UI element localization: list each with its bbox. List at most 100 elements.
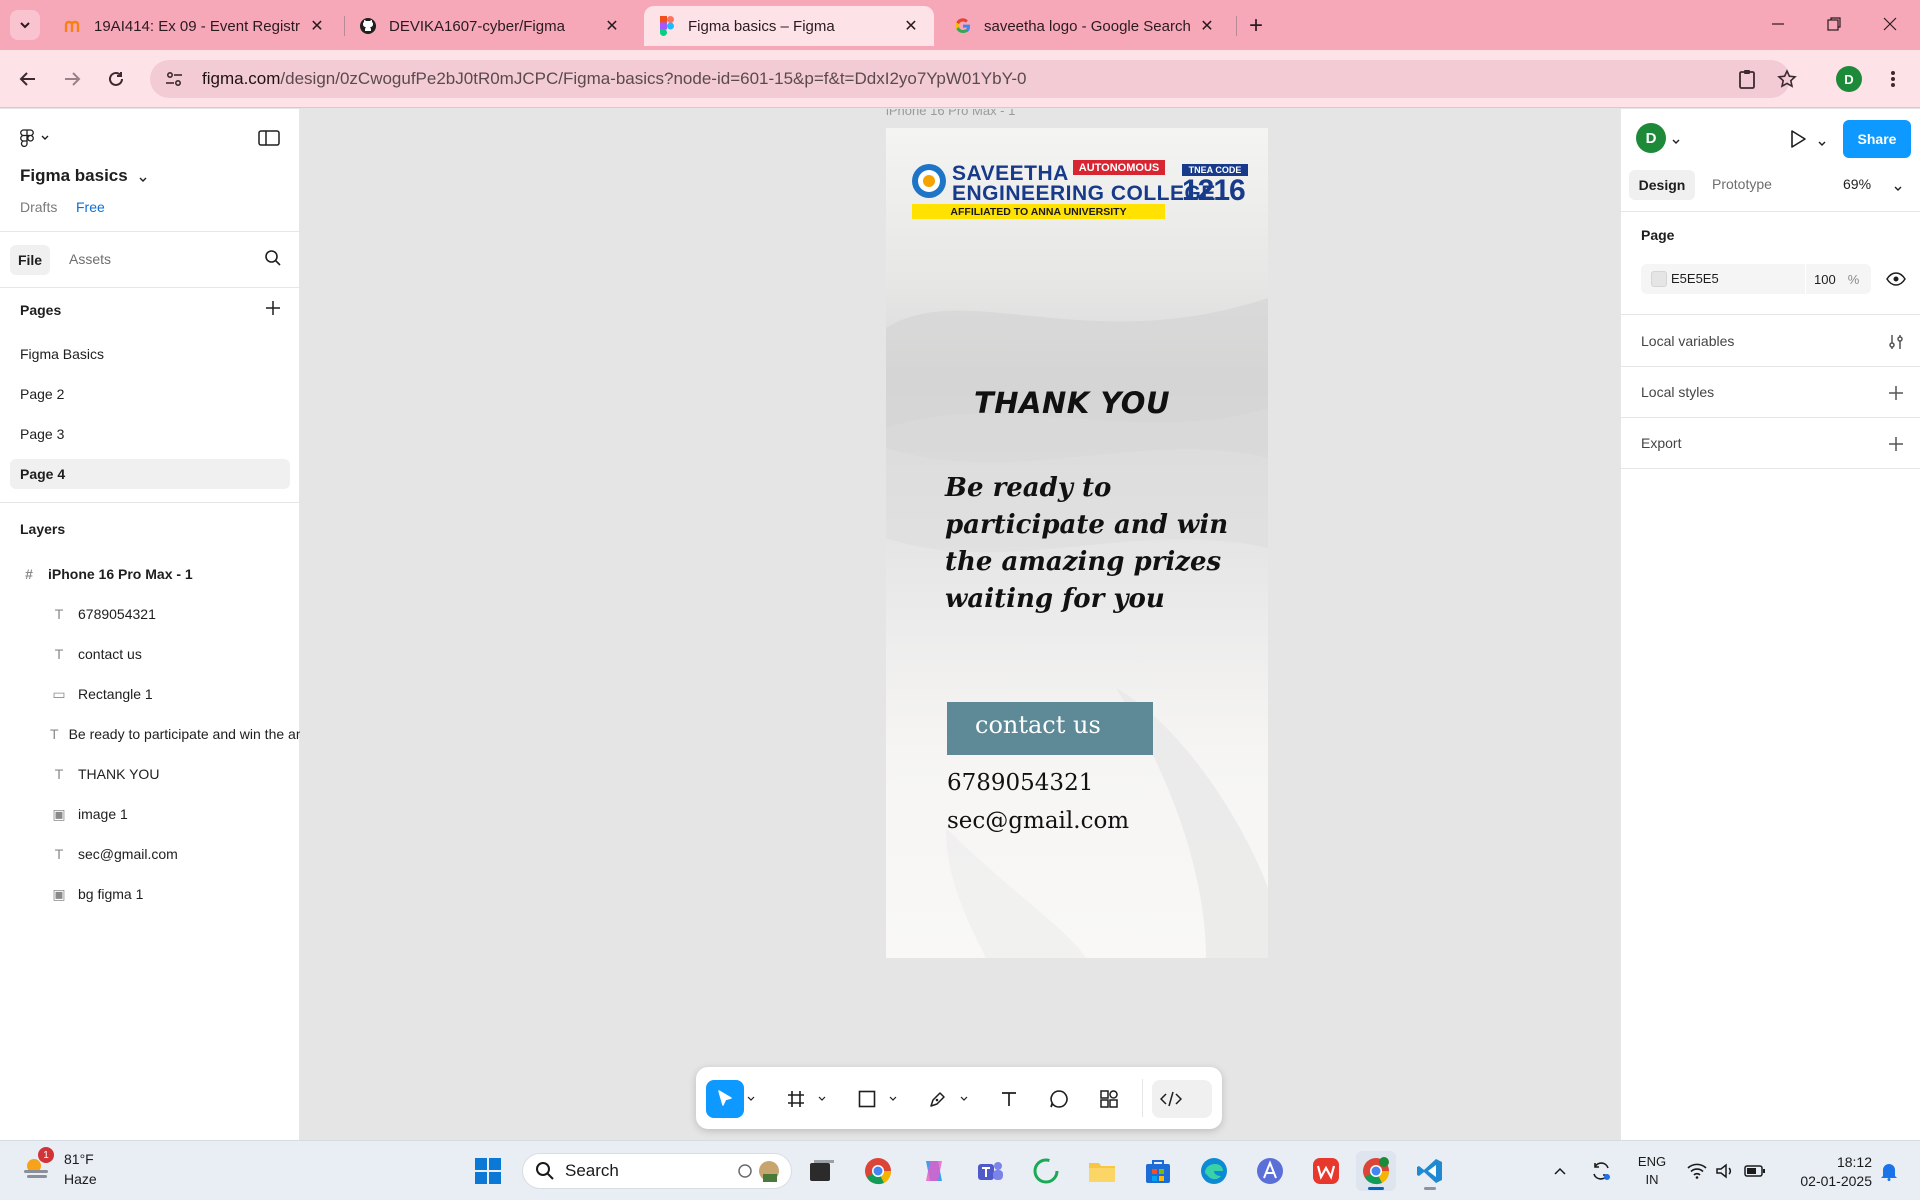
- shape-tool-button[interactable]: [848, 1080, 886, 1118]
- plus-icon[interactable]: [1885, 382, 1907, 404]
- taskbar-app-store[interactable]: [1138, 1151, 1178, 1191]
- chevron-down-icon[interactable]: [746, 1093, 756, 1105]
- iphone-frame[interactable]: SAVEETHA AUTONOMOUS ENGINEERING COLLEGE …: [886, 128, 1268, 958]
- local-variables-label[interactable]: Local variables: [1641, 333, 1734, 349]
- close-tab-icon[interactable]: ✕: [603, 16, 621, 36]
- taskbar-search[interactable]: Search: [522, 1153, 792, 1189]
- start-button[interactable]: [468, 1151, 508, 1191]
- taskbar-app-teams[interactable]: [970, 1151, 1010, 1191]
- system-clock[interactable]: 18:12 02-01-2025: [1776, 1153, 1872, 1191]
- address-bar[interactable]: figma.com/design/0zCwogufPe2bJ0tR0mJCPC/…: [150, 60, 1797, 98]
- page-background-field[interactable]: E5E5E5 100 %: [1641, 264, 1871, 294]
- taskbar-app-task-view[interactable]: [802, 1151, 842, 1191]
- input-language-indicator[interactable]: ENG IN: [1632, 1153, 1672, 1189]
- browser-menu-icon[interactable]: [1880, 64, 1906, 94]
- show-hidden-icons-button[interactable]: [1548, 1141, 1572, 1200]
- text-tool-button[interactable]: [990, 1080, 1028, 1118]
- zoom-level[interactable]: 69%: [1843, 176, 1871, 192]
- email-text[interactable]: sec@gmail.com: [947, 808, 1129, 834]
- volume-icon[interactable]: [1712, 1141, 1738, 1200]
- opacity-input[interactable]: 100 %: [1805, 264, 1871, 294]
- tab-search-dropdown[interactable]: [10, 10, 40, 40]
- layer-item[interactable]: ▭ Rectangle 1: [0, 679, 300, 709]
- close-tab-icon[interactable]: ✕: [308, 16, 326, 36]
- page-item-page-3[interactable]: Page 3: [10, 419, 290, 449]
- forward-button[interactable]: [56, 63, 88, 95]
- new-tab-button[interactable]: +: [1240, 10, 1272, 42]
- design-canvas[interactable]: iPhone 16 Pro Max - 1 SAVEETHA AUTONOMOU…: [300, 109, 1620, 1140]
- taskbar-app-file-explorer[interactable]: [1082, 1151, 1122, 1191]
- participate-text[interactable]: Be ready to participate and win the amaz…: [945, 470, 1265, 618]
- layer-frame[interactable]: # iPhone 16 Pro Max - 1: [0, 559, 300, 589]
- pen-tool-button[interactable]: [919, 1080, 957, 1118]
- local-styles-label[interactable]: Local styles: [1641, 384, 1714, 400]
- layer-item[interactable]: ▣ bg figma 1: [0, 879, 300, 909]
- color-hex-input[interactable]: E5E5E5: [1671, 271, 1719, 286]
- taskbar-app-chrome-profile[interactable]: [1356, 1151, 1396, 1191]
- chevron-down-icon[interactable]: [888, 1093, 898, 1105]
- reload-button[interactable]: [100, 63, 132, 95]
- main-menu-button[interactable]: [20, 129, 50, 147]
- variables-settings-icon[interactable]: [1885, 331, 1907, 353]
- taskbar-app-copilot[interactable]: [914, 1151, 954, 1191]
- clipboard-icon[interactable]: [1732, 64, 1762, 94]
- frame-label[interactable]: iPhone 16 Pro Max - 1: [886, 109, 1015, 118]
- notifications-icon[interactable]: [1874, 1141, 1904, 1200]
- weather-widget[interactable]: 1 81°F Haze: [22, 1147, 132, 1193]
- plan-badge[interactable]: Free: [76, 199, 105, 215]
- tab-design[interactable]: Design: [1629, 170, 1695, 200]
- minimize-button[interactable]: [1758, 8, 1798, 40]
- drafts-link[interactable]: Drafts: [20, 199, 57, 215]
- page-item-page-2[interactable]: Page 2: [10, 379, 290, 409]
- close-tab-icon[interactable]: ✕: [902, 16, 920, 36]
- battery-icon[interactable]: [1742, 1141, 1768, 1200]
- browser-tab-github[interactable]: DEVIKA1607-cyber/Figma ✕: [345, 6, 635, 46]
- taskbar-app-vscode[interactable]: [1410, 1151, 1450, 1191]
- layer-item[interactable]: ▣ image 1: [0, 799, 300, 829]
- frame-tool-button[interactable]: [777, 1080, 815, 1118]
- page-item-figma-basics[interactable]: Figma Basics: [10, 339, 290, 369]
- page-item-page-4[interactable]: Page 4: [10, 459, 290, 489]
- taskbar-app-chrome[interactable]: [858, 1151, 898, 1191]
- eye-icon[interactable]: [1885, 268, 1907, 290]
- taskbar-app-wps[interactable]: [1306, 1151, 1346, 1191]
- taskbar-app-edge[interactable]: [1194, 1151, 1234, 1191]
- layer-item[interactable]: T Be ready to participate and win the am…: [0, 719, 300, 749]
- tab-file[interactable]: File: [10, 245, 50, 275]
- toggle-sidebar-icon[interactable]: [258, 129, 280, 152]
- tab-prototype[interactable]: Prototype: [1712, 176, 1772, 192]
- taskbar-app-refresh[interactable]: [1026, 1151, 1066, 1191]
- phone-text[interactable]: 6789054321: [947, 770, 1093, 796]
- plus-icon[interactable]: [1885, 433, 1907, 455]
- back-button[interactable]: [12, 63, 44, 95]
- present-button[interactable]: [1789, 129, 1807, 154]
- college-logo-image[interactable]: SAVEETHA AUTONOMOUS ENGINEERING COLLEGE …: [910, 160, 1255, 222]
- layer-item[interactable]: T 6789054321: [0, 599, 300, 629]
- comment-tool-button[interactable]: [1040, 1080, 1078, 1118]
- user-avatar[interactable]: D: [1636, 123, 1666, 153]
- taskbar-app-vector[interactable]: [1250, 1151, 1290, 1191]
- chevron-down-icon[interactable]: [817, 1093, 827, 1105]
- file-name[interactable]: Figma basics: [20, 166, 128, 186]
- layer-item[interactable]: T THANK YOU: [0, 759, 300, 789]
- close-window-button[interactable]: [1870, 8, 1910, 40]
- add-page-button[interactable]: [264, 299, 282, 322]
- chevron-down-icon[interactable]: [1817, 135, 1827, 153]
- color-swatch[interactable]: [1651, 271, 1667, 287]
- bookmark-star-icon[interactable]: [1772, 64, 1802, 94]
- thank-you-text[interactable]: THANK YOU: [974, 386, 1170, 420]
- restore-button[interactable]: [1814, 8, 1854, 40]
- move-tool-button[interactable]: [706, 1080, 744, 1118]
- dev-mode-toggle[interactable]: [1152, 1080, 1212, 1118]
- export-label[interactable]: Export: [1641, 435, 1681, 451]
- close-tab-icon[interactable]: ✕: [1198, 16, 1216, 36]
- layer-item[interactable]: T contact us: [0, 639, 300, 669]
- layer-item[interactable]: T sec@gmail.com: [0, 839, 300, 869]
- actions-tool-button[interactable]: [1090, 1080, 1128, 1118]
- chevron-down-icon[interactable]: [959, 1093, 969, 1105]
- contact-us-text[interactable]: contact us: [975, 711, 1101, 739]
- chevron-down-icon[interactable]: [1671, 133, 1681, 151]
- wifi-icon[interactable]: [1684, 1141, 1710, 1200]
- share-button[interactable]: Share: [1843, 120, 1911, 158]
- search-icon[interactable]: [264, 249, 282, 272]
